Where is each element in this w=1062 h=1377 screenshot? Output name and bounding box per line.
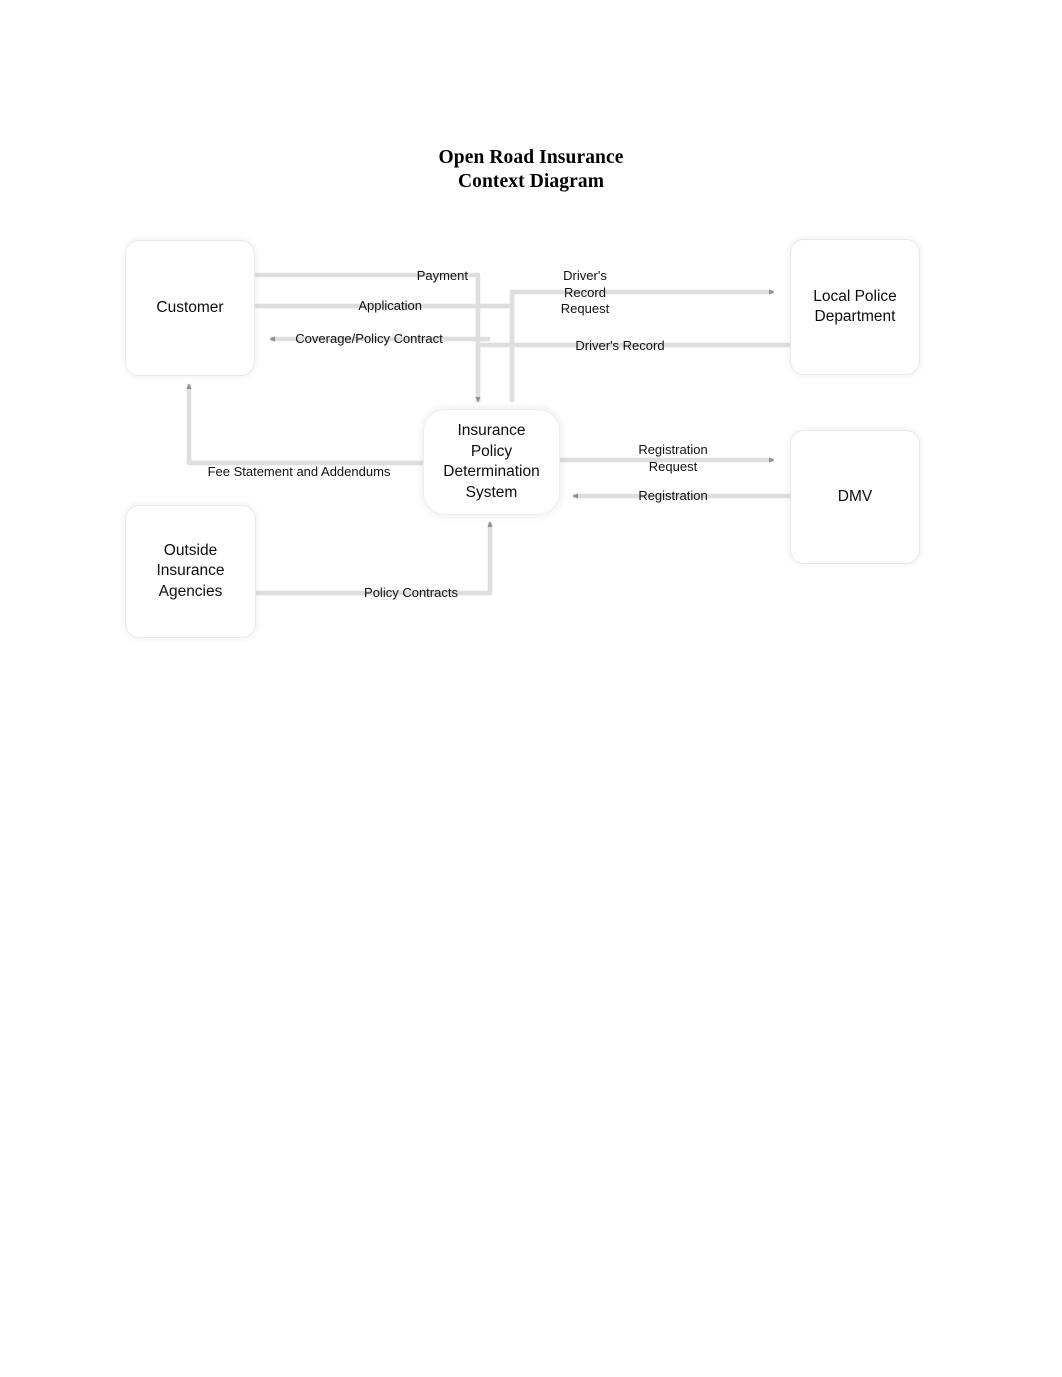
flow-label-registration: Registration [638, 488, 708, 503]
entity-customer[interactable]: Customer [125, 240, 255, 376]
entity-outside-insurance-agencies-label: Outside Insurance Agencies [156, 541, 225, 600]
context-diagram: Customer Local Police Department DMV Out… [0, 0, 1062, 1377]
flow-label-fee-statement-and-addendums: Fee Statement and Addendums [207, 464, 391, 479]
flow-label-payment: Payment [416, 268, 468, 283]
flow-line-fee-statement [186, 383, 423, 466]
flow-label-coverage-policy-contract: Coverage/Policy Contract [295, 331, 443, 346]
entity-dmv-label: DMV [837, 487, 873, 505]
flow-label-policy-contracts: Policy Contracts [364, 585, 458, 600]
flow-line-policy-contracts [256, 521, 493, 596]
flow-label-registration-request: Registration Request [638, 442, 708, 474]
entity-outside-insurance-agencies[interactable]: Outside Insurance Agencies [125, 505, 256, 638]
page-canvas: Open Road Insurance Context Diagram Cust… [0, 0, 1062, 1377]
entity-customer-label: Customer [156, 298, 224, 316]
entity-dmv[interactable]: DMV [790, 430, 920, 564]
flow-label-drivers-record-request: Driver's Record Request [560, 268, 610, 316]
entity-local-police-department[interactable]: Local Police Department [790, 239, 920, 375]
flow-connectors [186, 272, 790, 596]
entity-local-police-department-label: Local Police Department [813, 287, 897, 326]
flow-label-application: Application [358, 298, 422, 313]
process-label: Insurance Policy Determination System [443, 422, 540, 501]
flow-line-application [255, 303, 515, 403]
process-insurance-policy-determination-system[interactable]: Insurance Policy Determination System [423, 409, 560, 515]
flow-label-drivers-record: Driver's Record [575, 338, 665, 353]
